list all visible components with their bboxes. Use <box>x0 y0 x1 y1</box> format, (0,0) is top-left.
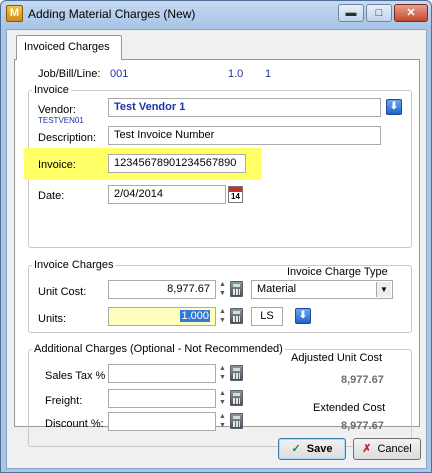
sales-tax-field[interactable] <box>108 364 216 383</box>
additional-charges-title: Additional Charges (Optional - Not Recom… <box>32 343 285 355</box>
save-icon: ✓ <box>291 443 301 456</box>
calendar-icon[interactable]: 14 <box>228 186 243 203</box>
units-calculator-icon[interactable] <box>230 308 243 324</box>
spin-down-icon: ▼ <box>219 422 226 429</box>
spin-down-icon: ▼ <box>219 317 226 324</box>
cancel-button[interactable]: ✗ Cancel <box>353 438 421 460</box>
minimize-button[interactable]: ▬ <box>338 4 364 22</box>
close-icon: ✕ <box>406 7 416 19</box>
job-value: 001 <box>110 68 129 80</box>
discount-spinner[interactable]: ▲ ▼ <box>218 412 227 431</box>
invoice-number-field[interactable]: 12345678901234567890 <box>108 154 246 173</box>
discount-calculator-icon[interactable] <box>230 413 243 429</box>
app-logo-icon: M <box>6 5 23 22</box>
units-spinner[interactable]: ▲ ▼ <box>218 307 227 326</box>
vendor-label: Vendor: <box>38 104 76 116</box>
sales-tax-label: Sales Tax % <box>45 370 106 382</box>
cancel-button-label: Cancel <box>377 443 412 455</box>
save-button[interactable]: ✓ Save <box>278 438 346 460</box>
vendor-lookup-button[interactable]: ⬇ <box>386 99 402 115</box>
freight-calculator-icon[interactable] <box>230 390 243 406</box>
arrow-down-icon: ⬇ <box>389 101 399 112</box>
unit-cost-spinner[interactable]: ▲ ▼ <box>218 280 227 299</box>
adjusted-unit-cost-value: 8,977.67 <box>341 374 384 386</box>
maximize-button[interactable]: □ <box>366 4 392 22</box>
discount-label: Discount %: <box>45 418 104 430</box>
window-title: Adding Material Charges (New) <box>28 7 196 21</box>
invoice-label: Invoice: <box>38 159 76 171</box>
adjusted-unit-cost-label: Adjusted Unit Cost <box>291 352 383 364</box>
units-label: Units: <box>38 313 67 325</box>
spin-up-icon: ▲ <box>219 308 226 315</box>
spin-up-icon: ▲ <box>219 390 226 397</box>
app-window: M Adding Material Charges (New) ▬ □ ✕ In… <box>0 0 432 473</box>
sales-tax-spinner[interactable]: ▲ ▼ <box>218 364 227 383</box>
cancel-icon: ✗ <box>362 443 372 456</box>
extended-cost-label: Extended Cost <box>313 402 386 414</box>
date-field[interactable]: 2/04/2014 <box>108 185 226 204</box>
date-label: Date: <box>38 190 65 202</box>
description-field[interactable]: Test Invoice Number <box>108 126 381 145</box>
spin-down-icon: ▼ <box>219 290 226 297</box>
invoice-charges-title: Invoice Charges <box>32 259 116 271</box>
tab-invoiced-charges[interactable]: Invoiced Charges <box>16 35 122 60</box>
spin-up-icon: ▲ <box>219 413 226 420</box>
bill-value: 1.0 <box>228 68 244 80</box>
dialog-client-area: Invoiced Charges Job/Bill/Line: 001 1.0 … <box>6 29 427 469</box>
uom-field[interactable]: LS <box>251 307 283 326</box>
minimize-icon: ▬ <box>345 7 357 19</box>
freight-label: Freight: <box>45 395 83 407</box>
freight-field[interactable] <box>108 389 216 408</box>
title-bar[interactable]: M Adding Material Charges (New) ▬ □ ✕ <box>1 1 431 27</box>
spin-down-icon: ▼ <box>219 399 226 406</box>
invoice-group-title: Invoice <box>32 84 71 96</box>
close-button[interactable]: ✕ <box>394 4 428 22</box>
arrow-down-icon: ⬇ <box>298 310 308 321</box>
units-field[interactable]: 1.000 <box>108 307 216 326</box>
save-button-label: Save <box>306 443 333 455</box>
charge-type-label: Invoice Charge Type <box>287 266 388 278</box>
line-value: 1 <box>265 68 272 80</box>
uom-lookup-button[interactable]: ⬇ <box>295 308 311 324</box>
vendor-field[interactable]: Test Vendor 1 <box>108 98 381 117</box>
unit-cost-label: Unit Cost: <box>38 286 87 298</box>
chevron-down-icon[interactable]: ▼ <box>376 282 391 297</box>
description-label: Description: <box>38 132 97 144</box>
job-bill-line-label: Job/Bill/Line: <box>38 68 101 80</box>
extended-cost-value: 8,977.67 <box>341 420 384 432</box>
maximize-icon: □ <box>375 7 383 19</box>
discount-field[interactable] <box>108 412 216 431</box>
freight-spinner[interactable]: ▲ ▼ <box>218 389 227 408</box>
spin-up-icon: ▲ <box>219 281 226 288</box>
vendor-code: TESTVEN01 <box>38 116 84 125</box>
spin-up-icon: ▲ <box>219 365 226 372</box>
charge-type-value: Material <box>257 283 297 295</box>
invoiced-charges-panel: Job/Bill/Line: 001 1.0 1 Invoice Vendor:… <box>14 59 420 447</box>
unit-cost-calculator-icon[interactable] <box>230 281 243 297</box>
charge-type-select[interactable]: Material ▼ <box>251 280 393 299</box>
units-value: 1.000 <box>180 310 210 322</box>
spin-down-icon: ▼ <box>219 374 226 381</box>
sales-tax-calculator-icon[interactable] <box>230 365 243 381</box>
unit-cost-field[interactable]: 8,977.67 <box>108 280 216 299</box>
